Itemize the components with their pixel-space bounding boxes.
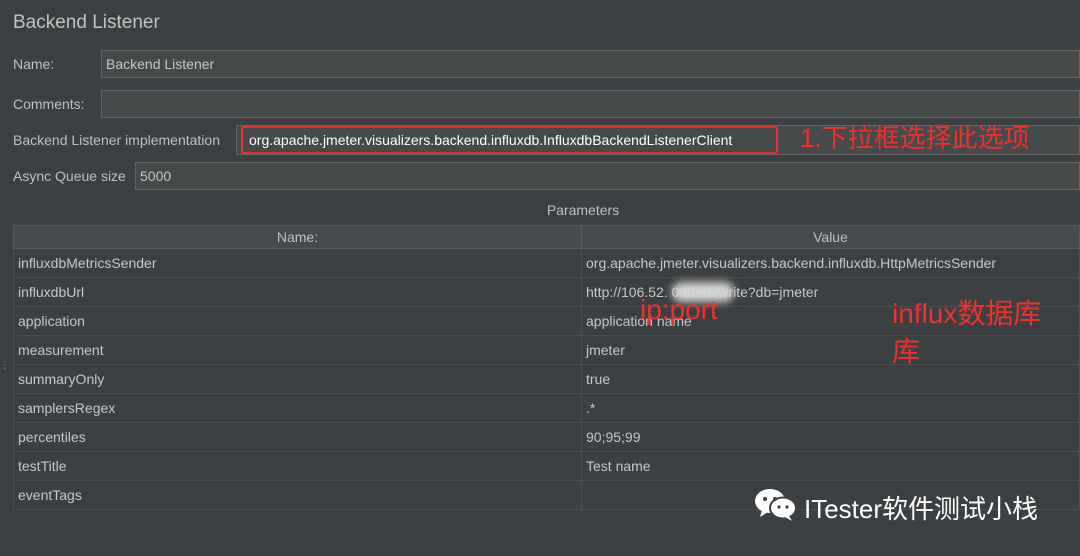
- table-row[interactable]: testTitle Test name: [13, 451, 1080, 481]
- param-value-cell[interactable]: .*: [581, 393, 1080, 423]
- param-name-cell[interactable]: influxdbUrl: [13, 277, 582, 307]
- queue-size-field[interactable]: 5000: [135, 162, 1080, 190]
- influx-db-annotation-line2: 库: [892, 336, 921, 367]
- watermark-text: ITester软件测试小栈: [804, 494, 1039, 524]
- param-value-cell[interactable]: 90;95;99: [581, 422, 1080, 452]
- queue-size-label: Async Queue size: [13, 168, 126, 184]
- implementation-value-text: org.apache.jmeter.visualizers.backend.in…: [249, 132, 733, 148]
- param-name-cell[interactable]: eventTags: [13, 480, 582, 510]
- implementation-selected-value[interactable]: org.apache.jmeter.visualizers.backend.in…: [241, 126, 778, 154]
- panel-title: Backend Listener: [13, 12, 160, 33]
- param-name-cell[interactable]: testTitle: [13, 451, 582, 481]
- param-value-cell[interactable]: Test name: [581, 451, 1080, 481]
- watermark: ITester软件测试小栈: [754, 486, 1038, 529]
- param-name-cell[interactable]: influxdbMetricsSender: [13, 248, 582, 278]
- ip-port-annotation: ip:port: [640, 294, 718, 325]
- dropdown-annotation: 1.下拉框选择此选项: [800, 123, 1030, 153]
- param-name-cell[interactable]: samplersRegex: [13, 393, 582, 423]
- table-row[interactable]: influxdbMetricsSender org.apache.jmeter.…: [13, 248, 1080, 278]
- name-field[interactable]: Backend Listener: [101, 50, 1080, 78]
- param-value-cell[interactable]: jmeter: [581, 335, 1080, 365]
- param-name-cell[interactable]: percentiles: [13, 422, 582, 452]
- parameters-caption: Parameters: [546, 202, 620, 218]
- table-row[interactable]: percentiles 90;95;99: [13, 422, 1080, 452]
- param-name-cell[interactable]: summaryOnly: [13, 364, 582, 394]
- comments-label: Comments:: [13, 96, 85, 112]
- splitter-handle[interactable]: ⋮: [0, 360, 10, 372]
- table-row[interactable]: samplersRegex .*: [13, 393, 1080, 423]
- comments-field[interactable]: [101, 90, 1080, 118]
- name-field-value: Backend Listener: [106, 56, 215, 72]
- param-name-cell[interactable]: application: [13, 306, 582, 336]
- influx-db-annotation: influx数据库: [892, 298, 1042, 329]
- param-value-cell[interactable]: org.apache.jmeter.visualizers.backend.in…: [581, 248, 1080, 278]
- param-value-cell[interactable]: true: [581, 364, 1080, 394]
- queue-size-value: 5000: [140, 168, 172, 184]
- column-header-name[interactable]: Name:: [13, 225, 582, 249]
- name-label: Name:: [13, 56, 55, 72]
- column-header-value[interactable]: Value: [581, 225, 1080, 249]
- wechat-icon: [754, 486, 798, 529]
- implementation-label: Backend Listener implementation: [13, 132, 221, 148]
- param-name-cell[interactable]: measurement: [13, 335, 582, 365]
